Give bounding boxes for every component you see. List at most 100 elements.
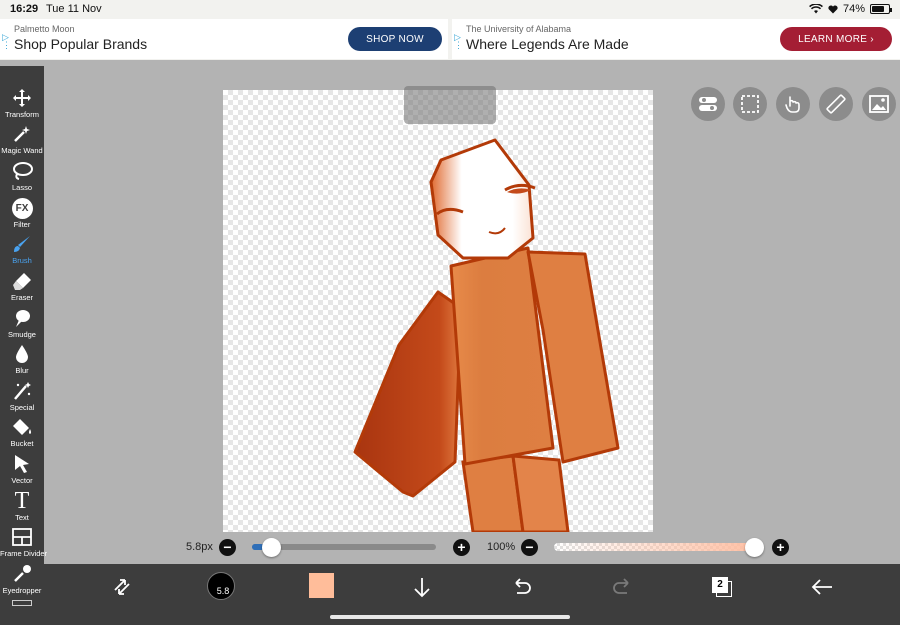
tool-label: Lasso [11, 183, 32, 192]
swap-button[interactable] [107, 572, 137, 602]
sparkle-wand-icon [14, 382, 31, 400]
tool-brush[interactable]: Brush [0, 232, 44, 268]
tool-label: Transform [5, 110, 39, 119]
tool-lasso[interactable]: Lasso [0, 159, 44, 195]
brush-size-value: 5.8px [186, 541, 213, 553]
redo-button[interactable] [607, 572, 637, 602]
brush-icon [14, 236, 30, 252]
status-date: Tue 11 Nov [46, 3, 102, 15]
redo-icon [613, 578, 629, 594]
brush-size-decrease-button[interactable]: − [219, 539, 236, 556]
ad-headline: Where Legends Are Made [466, 36, 629, 52]
opacity-value: 100% [487, 541, 516, 553]
battery-percent: 74% [842, 3, 865, 15]
ad-choices-icon[interactable]: ▷ ⋮ [454, 33, 463, 50]
text-icon: T [14, 488, 30, 514]
drawing-canvas[interactable] [223, 90, 653, 532]
tool-label: Vector [11, 476, 33, 485]
bucket-icon [13, 419, 31, 435]
download-button[interactable] [407, 572, 437, 602]
tool-label: Magic Wand [1, 146, 43, 155]
tool-filter[interactable]: FX Filter [0, 196, 44, 232]
toggle-icon [699, 97, 717, 111]
smudge-icon [16, 310, 30, 327]
eyedropper-icon [14, 565, 31, 582]
brush-size-knob[interactable] [262, 538, 281, 557]
opacity-slider[interactable] [554, 543, 754, 551]
ad-choices-icon[interactable]: ▷ ⋮ [2, 33, 11, 50]
selection-rect-icon [741, 95, 759, 113]
image-button[interactable] [862, 87, 896, 121]
arrow-down-icon [414, 578, 430, 598]
heart-icon [828, 4, 838, 13]
ad-learn-more-button[interactable]: LEARN MORE › [780, 27, 892, 51]
tool-label: Filter [13, 220, 31, 229]
cursor-arrow-icon [15, 455, 29, 473]
layers-icon: 2 [712, 577, 732, 597]
fx-icon: FX [11, 197, 33, 219]
opacity-decrease-button[interactable]: − [521, 539, 538, 556]
frame-divider-icon [12, 528, 32, 546]
ad-banner-2[interactable]: ▷ ⋮ The University of Alabama Where Legen… [452, 19, 900, 59]
home-indicator[interactable] [330, 615, 570, 619]
lasso-icon [13, 162, 33, 180]
ruler-icon [826, 94, 846, 114]
tool-transform[interactable]: Transform [0, 86, 44, 122]
tool-magic-wand[interactable]: Magic Wand [0, 122, 44, 158]
magic-wand-icon [14, 126, 30, 142]
tool-eyedropper[interactable]: Eyedropper [0, 562, 44, 598]
tool-text[interactable]: T Text [0, 489, 44, 525]
arrow-left-icon [811, 579, 832, 595]
ad-banner-1[interactable]: ▷ ⋮ Palmetto Moon Shop Popular Brands SHO… [0, 19, 448, 59]
tool-label: Bucket [10, 439, 34, 448]
tool-label: Frame Divider [0, 549, 48, 558]
status-time: 16:29 [10, 3, 39, 15]
tool-label: Text [15, 513, 29, 522]
tool-special[interactable]: Special [0, 379, 44, 415]
tool-label: Special [9, 403, 35, 412]
tool-sidebar: Transform Magic Wand Lasso FX Filter Bru… [0, 66, 48, 625]
ad-sponsor: Palmetto Moon [14, 24, 75, 34]
ad-headline: Shop Popular Brands [14, 36, 148, 52]
tool-label: Eyedropper [2, 586, 42, 595]
tool-blur[interactable]: Blur [0, 342, 44, 378]
brush-size-increase-button[interactable]: + [453, 539, 470, 556]
tool-bucket[interactable]: Bucket [0, 415, 44, 451]
tool-smudge[interactable]: Smudge [0, 306, 44, 342]
droplet-icon [16, 345, 28, 363]
opacity-increase-button[interactable]: + [772, 539, 789, 556]
ruler-button[interactable] [819, 87, 853, 121]
layer-count: 2 [717, 579, 723, 590]
ad-bar: ▷ ⋮ Palmetto Moon Shop Popular Brands SHO… [0, 18, 900, 60]
undo-button[interactable] [507, 572, 537, 602]
ad-shop-now-button[interactable]: SHOP NOW [348, 27, 442, 51]
swap-arrows-icon [114, 579, 130, 595]
tool-label: Blur [15, 366, 29, 375]
eraser-icon [13, 273, 31, 290]
status-bar: 16:29 Tue 11 Nov 74% [0, 0, 900, 18]
status-right: 74% [809, 3, 892, 15]
undo-icon [515, 578, 531, 594]
ad-sponsor: The University of Alabama [466, 24, 572, 34]
toolbar-scroll-indicator [12, 600, 32, 606]
tool-label: Eraser [10, 293, 34, 302]
opacity-knob[interactable] [745, 538, 764, 557]
toggle-settings-button[interactable] [691, 87, 725, 121]
brush-preview-button[interactable]: 5.8 [207, 572, 235, 600]
tool-label: Brush [12, 256, 32, 265]
hand-pointer-icon [785, 96, 800, 113]
hand-tool-button[interactable] [776, 87, 810, 121]
tool-frame-divider[interactable]: Frame Divider [0, 525, 48, 561]
selection-button[interactable] [733, 87, 767, 121]
layers-button[interactable]: 2 [707, 572, 737, 602]
character-drawing [353, 138, 620, 532]
tool-eraser[interactable]: Eraser [0, 269, 44, 305]
image-icon [869, 95, 889, 113]
wifi-icon [809, 4, 823, 14]
ad-cta-label: LEARN MORE [798, 33, 868, 45]
back-button[interactable] [807, 572, 837, 602]
tool-label: Smudge [8, 330, 36, 339]
color-swatch-button[interactable] [309, 573, 334, 598]
canvas-overlay-tab[interactable] [404, 86, 496, 124]
tool-vector[interactable]: Vector [0, 452, 44, 488]
